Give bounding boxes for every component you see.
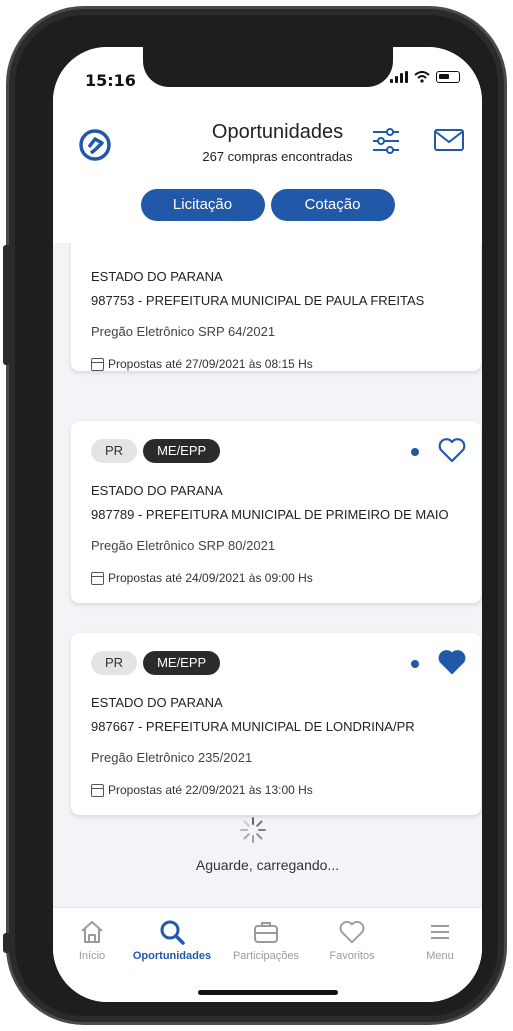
card-buyer: 987753 - PREFEITURA MUNICIPAL DE PAULA F… (91, 293, 425, 308)
card-modality: Pregão Eletrônico SRP 80/2021 (91, 538, 276, 553)
favorite-heart-icon[interactable] (437, 435, 467, 465)
tab-licitacao[interactable]: Licitação (140, 189, 265, 221)
category-badge: ME/EPP (143, 651, 221, 675)
card-deadline-text: Propostas até 24/09/2021 às 09:00 Hs (108, 571, 313, 585)
card-modality: Pregão Eletrônico SRP 64/2021 (91, 324, 276, 339)
bottom-tab-bar: Início Oportunidades Participações Favor… (53, 907, 482, 1002)
card-deadline-text: Propostas até 27/09/2021 às 08:15 Hs (108, 357, 313, 371)
mail-icon[interactable] (433, 127, 465, 153)
screen: 15:16 Oportunidades 267 compras encontra… (53, 47, 482, 1002)
home-indicator[interactable] (198, 990, 338, 995)
card-deadline: Propostas até 27/09/2021 às 08:15 Hs (91, 357, 313, 371)
card-tags: PR ME/EPP (91, 439, 221, 463)
uf-badge: PR (91, 651, 138, 675)
phone-frame: 15:16 Oportunidades 267 compras encontra… (3, 6, 507, 1025)
card-deadline: Propostas até 24/09/2021 às 09:00 Hs (91, 571, 313, 585)
calendar-icon (91, 357, 104, 371)
opportunity-list[interactable]: ESTADO DO PARANA 987753 - PREFEITURA MUN… (53, 243, 482, 907)
tab-oportunidades[interactable]: Oportunidades (127, 918, 217, 962)
header: Oportunidades 267 compras encontradas Li… (53, 113, 482, 243)
page-title: Oportunidades (211, 121, 344, 143)
tab-menu[interactable]: Menu (395, 918, 482, 962)
uf-badge: PR (91, 439, 138, 463)
favorite-heart-icon[interactable] (437, 647, 467, 677)
loading-text: Aguarde, carregando... (195, 857, 340, 873)
tab-cotacao[interactable]: Cotação (270, 189, 395, 221)
wifi-icon (414, 71, 430, 83)
tab-label: Início (78, 950, 106, 962)
result-count: 267 compras encontradas (202, 149, 353, 164)
status-time: 15:16 (85, 71, 136, 90)
opportunity-card[interactable]: PR ME/EPP ESTADO DO PARANA 987667 - PREF… (71, 633, 481, 815)
tab-label: Oportunidades (132, 950, 212, 962)
card-deadline: Propostas até 22/09/2021 às 13:00 Hs (91, 783, 313, 797)
card-deadline-text: Propostas até 22/09/2021 às 13:00 Hs (108, 783, 313, 797)
card-entity: ESTADO DO PARANA (91, 269, 223, 284)
category-badge: ME/EPP (143, 439, 221, 463)
loading-spinner-icon (240, 817, 266, 843)
tab-label: Menu (426, 950, 454, 962)
status-icons (390, 71, 460, 83)
unread-dot (411, 660, 419, 668)
briefcase-icon (254, 922, 278, 943)
opportunity-card[interactable]: PR ME/EPP ESTADO DO PARANA 987789 - PREF… (71, 421, 481, 603)
filter-sliders-icon[interactable] (371, 127, 401, 155)
card-buyer: 987789 - PREFEITURA MUNICIPAL DE PRIMEIR… (91, 507, 449, 522)
tab-favoritos[interactable]: Favoritos (307, 918, 397, 962)
card-buyer: 987667 - PREFEITURA MUNICIPAL DE LONDRIN… (91, 719, 415, 734)
search-icon (160, 920, 185, 945)
card-entity: ESTADO DO PARANA (91, 483, 223, 498)
tab-label: Favoritos (329, 950, 375, 962)
type-tabs: Licitação Cotação (53, 189, 482, 221)
tab-participacoes[interactable]: Participações (221, 918, 311, 962)
tab-label: Participações (232, 950, 300, 962)
heart-icon (339, 920, 365, 944)
card-tags: PR ME/EPP (91, 651, 221, 675)
side-button (3, 245, 11, 365)
menu-icon (431, 925, 449, 939)
calendar-icon (91, 783, 104, 797)
home-icon (81, 921, 103, 943)
calendar-icon (91, 571, 104, 585)
signal-icon (390, 71, 408, 83)
notch (143, 47, 393, 87)
card-modality: Pregão Eletrônico 235/2021 (91, 750, 253, 765)
unread-dot (411, 448, 419, 456)
card-entity: ESTADO DO PARANA (91, 695, 223, 710)
tab-inicio[interactable]: Início (53, 918, 137, 962)
opportunity-card[interactable]: ESTADO DO PARANA 987753 - PREFEITURA MUN… (71, 243, 481, 371)
side-button (3, 933, 11, 953)
battery-icon (436, 71, 460, 83)
